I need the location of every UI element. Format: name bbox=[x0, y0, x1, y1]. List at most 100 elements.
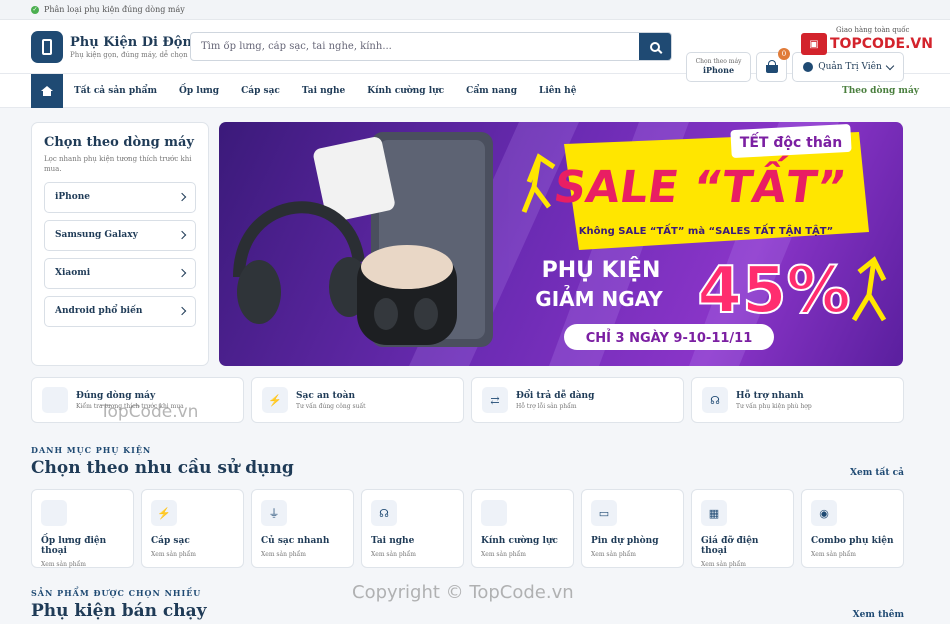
watermark-copyright: Copyright © TopCode.vn bbox=[352, 582, 574, 603]
view-more-bestsellers-link[interactable]: Xem thêm bbox=[853, 610, 904, 620]
category-link[interactable]: Xem sản phẩm bbox=[41, 561, 124, 568]
nav-item-cases[interactable]: Ốp lưng bbox=[179, 86, 219, 96]
device-picker-button[interactable]: Chọn theo máy iPhone bbox=[686, 52, 751, 82]
feature-title: Sạc an toàn bbox=[296, 390, 355, 401]
category-card-headphones[interactable]: ☊ Tai nghe Xem sản phẩm bbox=[361, 489, 464, 568]
banner-artwork: TẾT độc thân SALE “TẤT” Không SALE “TẤT”… bbox=[233, 122, 887, 366]
brand-slogan: Phụ kiện gọn, đúng máy, dễ chọn bbox=[70, 50, 188, 59]
account-label: Quản Trị Viên bbox=[818, 62, 882, 72]
category-card-stand[interactable]: ▦ Giá đỡ điện thoại Xem sản phẩm bbox=[691, 489, 794, 568]
feature-safe-charging: ⚡ Sạc an toàn Tư vấn đúng công suất bbox=[251, 377, 464, 423]
category-title: Pin dự phòng bbox=[591, 536, 659, 546]
nav-item-tempered-glass[interactable]: Kính cường lực bbox=[367, 86, 444, 96]
plug-icon: ⏚ bbox=[261, 500, 287, 526]
cart-count-badge: 0 bbox=[778, 48, 790, 60]
feature-fast-support: ☊ Hỗ trợ nhanh Tư vấn phụ kiện phù hợp bbox=[691, 377, 904, 423]
category-title: Kính cường lực bbox=[481, 536, 558, 546]
basket-icon bbox=[765, 59, 778, 73]
nav-item-headphones[interactable]: Tai nghe bbox=[302, 86, 345, 96]
sidebar-item-samsung[interactable]: Samsung Galaxy bbox=[44, 219, 196, 251]
top-bar: ✓ Phân loại phụ kiện đúng dòng máy bbox=[0, 0, 950, 20]
sidebar-item-label: Xiaomi bbox=[55, 268, 91, 279]
combo-icon: ◉ bbox=[811, 500, 837, 526]
search-input[interactable] bbox=[191, 33, 639, 60]
sidebar-item-android[interactable]: Android phổ biến bbox=[44, 295, 196, 327]
chevron-right-icon bbox=[177, 192, 187, 202]
search-button[interactable] bbox=[639, 33, 671, 60]
battery-icon: ▭ bbox=[591, 500, 617, 526]
nav-item-all-products[interactable]: Tất cả sản phẩm bbox=[74, 86, 157, 96]
case-icon bbox=[41, 500, 67, 526]
headset-icon: ☊ bbox=[702, 387, 728, 413]
search-bar bbox=[190, 32, 672, 61]
categories-section-title: Chọn theo nhu cầu sử dụng bbox=[31, 458, 294, 478]
topbar-left: ✓ Phân loại phụ kiện đúng dòng máy bbox=[31, 5, 185, 14]
home-button[interactable] bbox=[31, 73, 63, 108]
device-picker-value: iPhone bbox=[702, 65, 735, 75]
device-filter-sidebar: Chọn theo dòng máy Lọc nhanh phụ kiện tư… bbox=[31, 122, 209, 366]
check-icon: ✓ bbox=[31, 5, 39, 14]
category-title: Củ sạc nhanh bbox=[261, 536, 330, 546]
category-title: Ốp lưng điện thoại bbox=[41, 536, 107, 556]
category-link[interactable]: Xem sản phẩm bbox=[481, 551, 564, 558]
category-link[interactable]: Xem sản phẩm bbox=[591, 551, 674, 558]
nav-item-contact[interactable]: Liên hệ bbox=[539, 86, 576, 96]
headphones-icon: ☊ bbox=[371, 500, 397, 526]
brand[interactable]: Phụ Kiện Di Động Phụ kiện gọn, đúng máy,… bbox=[70, 35, 201, 59]
brand-name[interactable]: Phụ Kiện Di Động bbox=[70, 35, 201, 50]
cart-button[interactable]: 0 bbox=[756, 48, 790, 82]
category-link[interactable]: Xem sản phẩm bbox=[261, 551, 344, 558]
category-link[interactable]: Xem sản phẩm bbox=[371, 551, 454, 558]
chevron-right-icon bbox=[177, 230, 187, 240]
banner-headline: SALE “TẤT” bbox=[551, 154, 850, 213]
category-card-glass[interactable]: Kính cường lực Xem sản phẩm bbox=[471, 489, 574, 568]
category-card-combo[interactable]: ◉ Combo phụ kiện Xem sản phẩm bbox=[801, 489, 904, 568]
feature-desc: Tư vấn đúng công suất bbox=[296, 402, 366, 410]
sidebar-item-label: Android phổ biến bbox=[55, 306, 143, 317]
feature-desc: Tư vấn phụ kiện phù hợp bbox=[736, 402, 812, 410]
user-icon bbox=[803, 62, 814, 72]
refresh-icon: ⇄ bbox=[482, 387, 508, 413]
topbar-left-text: Phân loại phụ kiện đúng dòng máy bbox=[44, 5, 185, 14]
promo-banner[interactable]: TẾT độc thân SALE “TẤT” Không SALE “TẤT”… bbox=[219, 122, 903, 366]
bolt-icon: ⚡ bbox=[151, 500, 177, 526]
device-picker-label: Chọn theo máy bbox=[695, 58, 742, 65]
header: Phụ Kiện Di Động Phụ kiện gọn, đúng máy,… bbox=[0, 20, 950, 82]
feature-title: Đúng dòng máy bbox=[76, 390, 156, 401]
sidebar-item-iphone[interactable]: iPhone bbox=[44, 181, 196, 213]
nav-item-cables[interactable]: Cáp sạc bbox=[241, 86, 280, 96]
glass-icon bbox=[481, 500, 507, 526]
watermark-center: TopCode.vn bbox=[100, 402, 199, 422]
bolt-icon: ⚡ bbox=[262, 387, 288, 413]
nav-by-device-link[interactable]: Theo dòng máy bbox=[842, 86, 919, 96]
category-card-power-bank[interactable]: ▭ Pin dự phòng Xem sản phẩm bbox=[581, 489, 684, 568]
category-card-chargers[interactable]: ⏚ Củ sạc nhanh Xem sản phẩm bbox=[251, 489, 354, 568]
device-icon bbox=[42, 387, 68, 413]
feature-easy-returns: ⇄ Đổi trả dễ dàng Hỗ trợ lỗi sản phẩm bbox=[471, 377, 684, 423]
category-title: Cáp sạc bbox=[151, 536, 190, 546]
sidebar-title: Chọn theo dòng máy bbox=[44, 135, 194, 150]
feature-title: Đổi trả dễ dàng bbox=[516, 390, 595, 401]
feature-title: Hỗ trợ nhanh bbox=[736, 390, 804, 401]
category-link[interactable]: Xem sản phẩm bbox=[811, 551, 894, 558]
account-menu[interactable]: Quản Trị Viên bbox=[792, 52, 904, 82]
phone-logo-icon[interactable] bbox=[31, 30, 63, 63]
banner-line2: GIẢM NGAY bbox=[535, 286, 663, 311]
category-card-cables[interactable]: ⚡ Cáp sạc Xem sản phẩm bbox=[141, 489, 244, 568]
category-link[interactable]: Xem sản phẩm bbox=[151, 551, 234, 558]
home-icon bbox=[41, 86, 53, 96]
category-link[interactable]: Xem sản phẩm bbox=[701, 561, 784, 568]
category-title: Tai nghe bbox=[371, 536, 415, 546]
banner-dates: CHỈ 3 NGÀY 9-10-11/11 bbox=[586, 329, 753, 346]
view-all-categories-link[interactable]: Xem tất cả bbox=[850, 468, 904, 478]
sidebar-description: Lọc nhanh phụ kiện tương thích trước khi… bbox=[44, 155, 192, 173]
topcode-logo-text: TOPCODE.VN bbox=[830, 36, 933, 52]
chevron-right-icon bbox=[177, 268, 187, 278]
banner-percent: 45% bbox=[697, 254, 850, 328]
search-icon bbox=[650, 41, 660, 52]
category-card-cases[interactable]: Ốp lưng điện thoại Xem sản phẩm bbox=[31, 489, 134, 568]
sidebar-item-xiaomi[interactable]: Xiaomi bbox=[44, 257, 196, 289]
category-title: Combo phụ kiện bbox=[811, 536, 894, 546]
nav-item-guide[interactable]: Cẩm nang bbox=[466, 86, 517, 96]
bestseller-section-label: SẢN PHẨM ĐƯỢC CHỌN NHIỀU bbox=[31, 588, 202, 598]
